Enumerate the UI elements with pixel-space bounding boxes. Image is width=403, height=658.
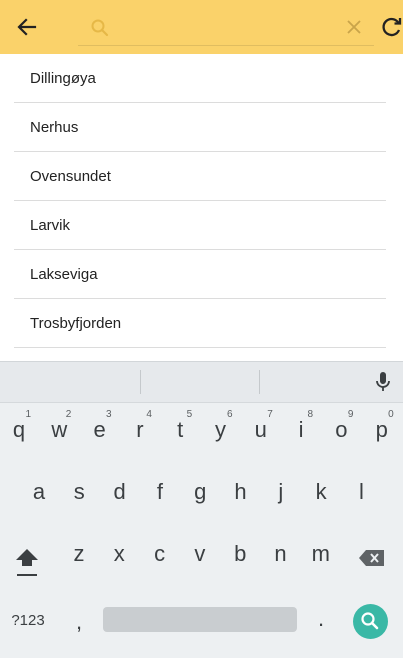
backspace-key[interactable] xyxy=(356,546,388,570)
key-label: e xyxy=(93,417,106,442)
place-name: Ovensundet xyxy=(30,167,111,185)
key[interactable]: 3e xyxy=(80,403,120,455)
place-name: Larvik xyxy=(30,216,71,234)
suggestion-bar xyxy=(0,362,403,403)
key[interactable]: 8i xyxy=(281,403,321,455)
period-key[interactable]: . xyxy=(306,606,336,636)
place-item[interactable]: Dillingøya xyxy=(14,54,386,103)
refresh-button[interactable] xyxy=(380,15,403,39)
key-label: y xyxy=(215,417,226,442)
key[interactable]: f xyxy=(140,465,180,517)
key[interactable]: 9o xyxy=(321,403,361,455)
key[interactable]: 5t xyxy=(160,403,200,455)
place-item[interactable]: Larvik xyxy=(14,201,386,250)
key[interactable]: 7u xyxy=(241,403,281,455)
key-label: p xyxy=(375,417,388,442)
app-bar xyxy=(0,0,403,54)
key-label: x xyxy=(113,541,125,566)
search-field xyxy=(78,12,374,46)
key[interactable]: d xyxy=(100,465,140,517)
key[interactable]: a xyxy=(19,465,59,517)
key-label: w xyxy=(51,417,68,442)
place-name: Dillingøya xyxy=(30,69,96,87)
place-name: Lakseviga xyxy=(30,265,98,283)
shift-icon xyxy=(16,549,38,576)
search-input[interactable] xyxy=(118,16,338,40)
key-label: b xyxy=(234,541,247,566)
suggestion-divider xyxy=(259,370,260,394)
backspace-icon xyxy=(359,550,384,566)
comma-key[interactable]: , xyxy=(64,609,94,639)
key[interactable]: 4r xyxy=(120,403,160,455)
key[interactable]: 6y xyxy=(201,403,241,455)
key-label: d xyxy=(113,479,126,504)
place-item[interactable]: Lakseviga xyxy=(14,250,386,299)
key-label: s xyxy=(73,479,85,504)
search-icon xyxy=(361,612,379,630)
key[interactable]: j xyxy=(261,465,301,517)
key[interactable]: n xyxy=(261,527,301,579)
key-label: l xyxy=(358,479,364,504)
symbols-key[interactable]: ?123 xyxy=(4,608,52,634)
key[interactable]: c xyxy=(140,527,180,579)
key-label: f xyxy=(156,479,163,504)
key[interactable]: 2w xyxy=(39,403,79,455)
arrow-left-icon xyxy=(17,18,37,36)
space-key[interactable] xyxy=(103,607,297,632)
key-label: u xyxy=(254,417,267,442)
key[interactable]: 0p xyxy=(362,403,402,455)
key[interactable]: 1q xyxy=(0,403,39,455)
place-name: Nerhus xyxy=(30,118,79,136)
key[interactable]: g xyxy=(180,465,220,517)
key-label: k xyxy=(315,479,327,504)
back-button[interactable] xyxy=(14,14,40,40)
key[interactable]: v xyxy=(180,527,220,579)
keyboard-search-key[interactable] xyxy=(353,604,388,639)
key[interactable]: h xyxy=(221,465,261,517)
key-label: m xyxy=(311,541,330,566)
mic-button[interactable] xyxy=(373,370,393,394)
key-label: q xyxy=(12,417,26,442)
key-label: n xyxy=(274,541,287,566)
place-item[interactable]: Ovensundet xyxy=(14,152,386,201)
key-label: a xyxy=(32,479,46,504)
refresh-icon xyxy=(382,17,402,37)
search-icon xyxy=(91,19,109,37)
key[interactable]: z xyxy=(59,527,99,579)
place-list: Dillingøya Nerhus Ovensundet Larvik Laksevig… xyxy=(14,54,386,348)
key-label: h xyxy=(234,479,247,504)
key[interactable]: x xyxy=(99,527,139,579)
key[interactable]: s xyxy=(59,465,99,517)
key-label: c xyxy=(154,541,166,566)
key-label: i xyxy=(298,417,304,442)
key[interactable]: l xyxy=(341,465,381,517)
microphone-icon xyxy=(376,372,390,391)
place-item[interactable]: Nerhus xyxy=(14,103,386,152)
key[interactable]: m xyxy=(301,527,341,579)
key-label: t xyxy=(177,417,184,442)
key-label: r xyxy=(136,417,144,442)
key-label: g xyxy=(194,479,207,504)
key-label: z xyxy=(73,541,85,566)
shift-key[interactable] xyxy=(12,546,42,582)
suggestion-divider xyxy=(140,370,141,394)
place-name: Trosbyfjorden xyxy=(30,314,122,332)
key[interactable]: b xyxy=(220,527,260,579)
keyboard: 1q2w3e4r5t6y7u8i9o0p a s d f g h j k l z x c v b nm ?12… xyxy=(0,361,403,658)
key-label: j xyxy=(278,479,284,504)
place-item[interactable]: Trosbyfjorden xyxy=(14,299,386,348)
key-label: o xyxy=(335,417,348,442)
clear-button[interactable] xyxy=(343,16,365,38)
close-icon xyxy=(347,20,361,34)
key[interactable]: k xyxy=(301,465,341,517)
key-label: v xyxy=(194,541,206,566)
